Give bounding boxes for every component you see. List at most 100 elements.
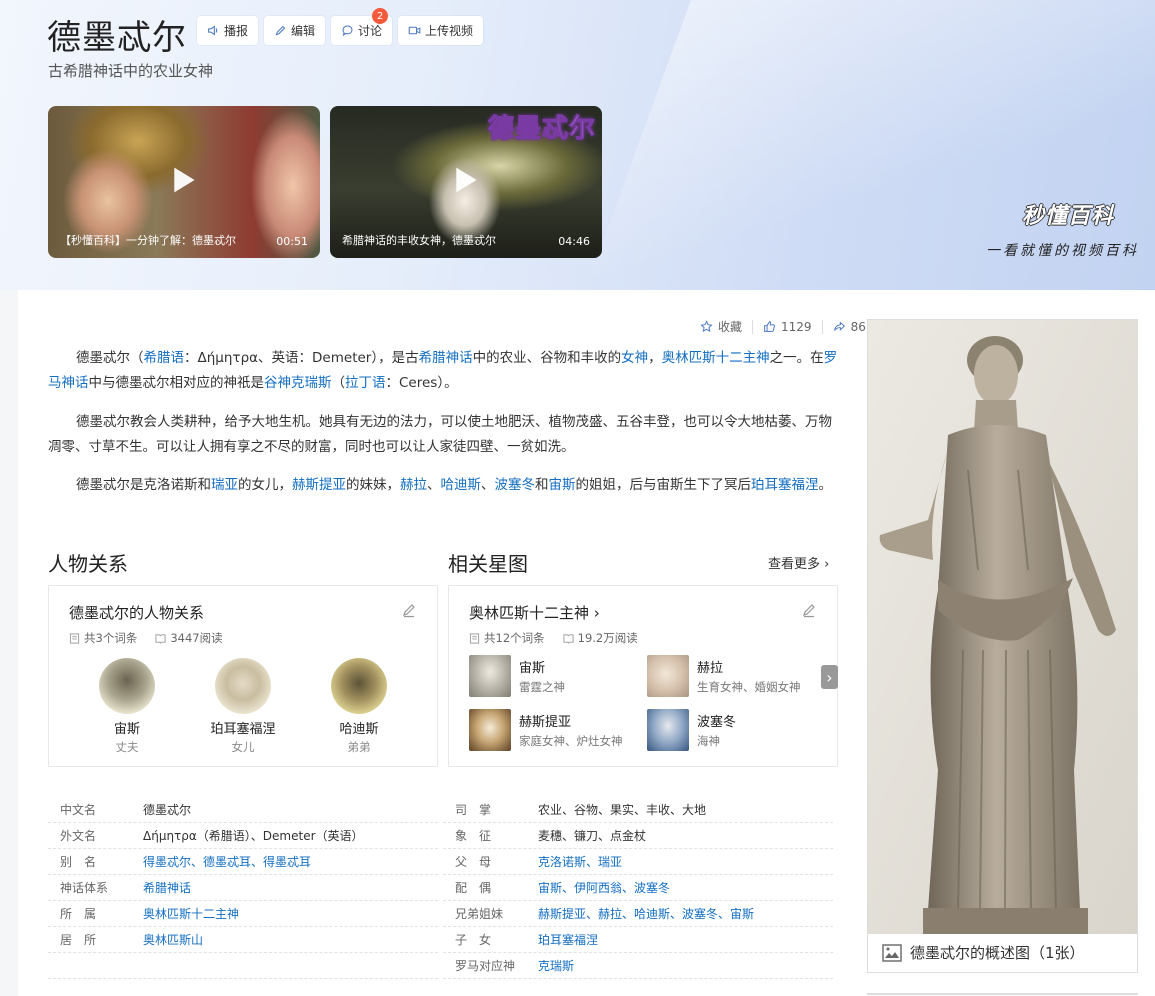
inline-link[interactable]: 奥林匹斯十二主神: [662, 350, 770, 366]
info-value[interactable]: 宙斯、伊阿西翁、波塞冬: [538, 879, 670, 896]
info-value[interactable]: 赫斯提亚、赫拉、哈迪斯、波塞冬、宙斯: [538, 905, 754, 922]
info-row: 中文名 德墨忒尔: [48, 797, 438, 823]
video-card-1[interactable]: 【秒懂百科】一分钟了解：德墨忒尔 00:51: [48, 106, 320, 258]
edit-button[interactable]: 编辑: [264, 16, 326, 45]
thumbnail: [647, 655, 689, 697]
info-row: [48, 953, 438, 979]
inline-link[interactable]: 珀耳塞福涅: [751, 477, 819, 493]
paragraph-text: 的姐姐，后与宙斯生下了冥后: [575, 477, 752, 493]
share-button[interactable]: 86: [833, 320, 866, 334]
info-row: 父 母 克洛诺斯、瑞亚: [443, 849, 833, 875]
info-value: 农业、谷物、果实、丰收、大地: [538, 803, 707, 817]
info-value: 德墨忒尔: [143, 803, 192, 817]
inline-link[interactable]: 赫斯提亚: [292, 477, 346, 493]
video-caption: 希腊神话的丰收女神，德墨忒尔: [342, 234, 496, 247]
info-row: 象 征 麦穗、镰刀、点金杖: [443, 823, 833, 849]
info-key: 居 所: [60, 933, 97, 947]
relations-card[interactable]: 德墨忒尔的人物关系 共3个词条 3447阅读 宙斯 丈夫 珀耳塞福涅 女儿 哈迪…: [48, 585, 438, 767]
star-map-item[interactable]: 波塞冬 海神: [647, 709, 817, 753]
info-value[interactable]: 克洛诺斯、瑞亚: [538, 853, 622, 870]
star-map-title-text: 奥林匹斯十二主神: [469, 604, 590, 622]
inline-link[interactable]: 波塞冬: [495, 477, 536, 493]
like-count: 1129: [781, 319, 812, 334]
info-key: 外文名: [60, 829, 97, 843]
paragraph-text: ，: [648, 350, 662, 366]
pencil-icon[interactable]: [801, 602, 817, 618]
inline-link[interactable]: 拉丁语: [345, 375, 386, 391]
share-count: 86: [850, 319, 866, 334]
video-caption: 【秒懂百科】一分钟了解：德墨忒尔: [60, 234, 236, 247]
info-row: 配 偶 宙斯、伊阿西翁、波塞冬: [443, 875, 833, 901]
info-row: 所 属 奥林匹斯十二主神: [48, 901, 438, 927]
person-item[interactable]: 哈迪斯 弟弟: [314, 658, 404, 755]
relations-heading: 人物关系: [48, 552, 128, 576]
inline-link[interactable]: 希腊神话: [419, 350, 473, 366]
overview-image[interactable]: [868, 320, 1137, 934]
person-item[interactable]: 珀耳塞福涅 女儿: [198, 658, 288, 755]
favorite-button[interactable]: 收藏: [700, 318, 742, 335]
paragraph-text: 德墨忒尔教会人类耕种，给予大地生机。她具有无边的法力，可以使土地肥沃、植物茂盛、…: [48, 414, 832, 455]
chevron-right-icon: ›: [824, 557, 830, 572]
star-map-item[interactable]: 赫斯提亚 家庭女神、炉灶女神: [469, 709, 639, 753]
inline-link[interactable]: 谷神克瑞斯: [264, 375, 332, 391]
video-card-2[interactable]: 德墨忒尔 希腊神话的丰收女神，德墨忒尔 04:46: [330, 106, 602, 258]
star-map-item[interactable]: 赫拉 生育女神、婚姻女神: [647, 655, 817, 699]
star-map-card-meta: 共12个词条 19.2万阅读: [469, 630, 638, 646]
info-value[interactable]: 珀耳塞福涅: [538, 931, 598, 948]
info-row: 罗马对应神 克瑞斯: [443, 953, 833, 979]
overview-image-card[interactable]: 德墨忒尔的概述图（1张）: [867, 319, 1138, 973]
broadcast-button[interactable]: 播报: [197, 16, 259, 45]
inline-link[interactable]: 赫拉: [400, 477, 427, 493]
item-name: 赫斯提亚: [519, 715, 572, 730]
info-value[interactable]: 希腊神话: [143, 879, 191, 896]
like-button[interactable]: 1129: [763, 320, 812, 334]
video-duration: 00:51: [276, 235, 308, 248]
overview-image-caption[interactable]: 德墨忒尔的概述图（1张）: [882, 942, 1085, 963]
inline-link[interactable]: 希腊语: [144, 350, 185, 366]
info-value[interactable]: 克瑞斯: [538, 957, 574, 974]
pencil-icon[interactable]: [401, 602, 417, 618]
person-item[interactable]: 宙斯 丈夫: [82, 658, 172, 755]
divider: [867, 993, 1138, 995]
paragraph-text: 、: [427, 477, 441, 493]
avatar: [99, 658, 155, 714]
item-name: 波塞冬: [697, 715, 737, 730]
discuss-label: 讨论: [358, 24, 383, 38]
book-icon: [155, 633, 166, 644]
divider: [821, 319, 823, 334]
inline-link[interactable]: 瑞亚: [211, 477, 238, 493]
star-map-card-title[interactable]: 奥林匹斯十二主神 ›: [469, 602, 600, 623]
info-value: 麦穗、镰刀、点金杖: [538, 829, 647, 843]
inline-link[interactable]: 宙斯: [549, 477, 576, 493]
info-key: 子 女: [455, 933, 492, 947]
upload-video-label: 上传视频: [425, 24, 474, 38]
star-map-card[interactable]: 奥林匹斯十二主神 › 共12个词条 19.2万阅读 宙斯 雷霆之神 赫拉 生育女…: [448, 585, 838, 767]
item-name: 宙斯: [519, 661, 546, 676]
inline-link[interactable]: 女神: [621, 350, 648, 366]
upload-video-button[interactable]: 上传视频: [398, 16, 484, 45]
info-value[interactable]: 奥林匹斯山: [143, 931, 203, 948]
book-icon: [563, 633, 574, 644]
image-icon: [882, 943, 902, 962]
thumbnail: [469, 709, 511, 751]
info-row: 居 所 奥林匹斯山: [48, 927, 438, 953]
relations-card-title: 德墨忒尔的人物关系: [69, 604, 205, 622]
chat-bubble-icon: [342, 25, 353, 37]
info-value[interactable]: 得墨忒尔、德墨忒耳、得墨忒耳: [143, 853, 311, 870]
item-desc: 家庭女神、炉灶女神: [519, 734, 623, 748]
info-value[interactable]: 奥林匹斯十二主神: [143, 905, 239, 922]
discuss-button[interactable]: 讨论 2: [331, 8, 393, 45]
info-row: 兄弟姐妹 赫斯提亚、赫拉、哈迪斯、波塞冬、宙斯: [443, 901, 833, 927]
person-name: 哈迪斯: [339, 722, 379, 737]
page-title: 德墨忒尔: [47, 18, 187, 58]
info-key: 配 偶: [455, 881, 492, 895]
carousel-next-button[interactable]: ›: [821, 665, 838, 689]
share-icon: [833, 321, 845, 331]
inline-link[interactable]: 哈迪斯: [441, 477, 482, 493]
star-map-item[interactable]: 宙斯 雷霆之神: [469, 655, 639, 699]
reads-count: 19.2万阅读: [577, 631, 638, 645]
header-banner: 德墨忒尔 播报 编辑 讨论 2 上传视频 古希腊神话中的农业女神 【秒懂百科】一…: [0, 0, 1155, 290]
info-key: 司 掌: [455, 803, 492, 817]
see-more-link[interactable]: 查看更多 ›: [768, 553, 829, 572]
chevron-right-icon: ›: [593, 604, 600, 622]
